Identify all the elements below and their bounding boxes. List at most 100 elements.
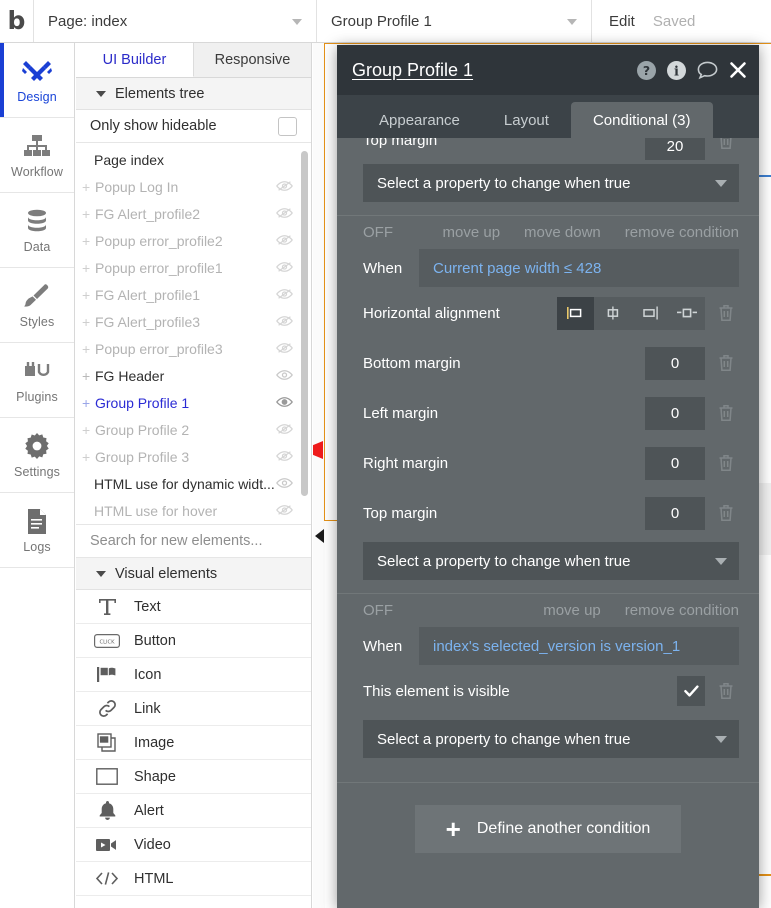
tree-item-html-hover[interactable]: HTML use for hover bbox=[76, 497, 311, 524]
tree-item-page-index[interactable]: Page index bbox=[76, 146, 311, 173]
select-property-dropdown-0[interactable]: Select a property to change when true bbox=[363, 164, 739, 202]
left-margin-input[interactable]: 0 bbox=[645, 396, 705, 430]
condition-1-remove[interactable]: remove condition bbox=[625, 224, 739, 241]
select-property-dropdown-2[interactable]: Select a property to change when true bbox=[363, 720, 739, 758]
tree-item-fg-alert-profile2[interactable]: + FG Alert_profile2 bbox=[76, 200, 311, 227]
tree-item-fg-header[interactable]: + FG Header bbox=[76, 362, 311, 389]
eye-hidden-icon[interactable] bbox=[276, 449, 293, 463]
condition-2-remove[interactable]: remove condition bbox=[625, 602, 739, 619]
eye-hidden-icon[interactable] bbox=[276, 422, 293, 436]
visual-element-alert[interactable]: Alert bbox=[76, 794, 311, 828]
canvas-collapse-handle[interactable] bbox=[315, 529, 324, 543]
top-margin-input[interactable]: 20 bbox=[645, 138, 705, 160]
trash-icon[interactable] bbox=[713, 404, 739, 422]
modal-title[interactable]: Group Profile 1 bbox=[352, 60, 637, 81]
sidebar-item-settings[interactable]: Settings bbox=[0, 418, 74, 493]
sidebar-item-workflow[interactable]: Workflow bbox=[0, 118, 74, 193]
help-icon[interactable]: ? bbox=[637, 60, 656, 80]
visual-element-html[interactable]: HTML bbox=[76, 862, 311, 896]
close-icon[interactable] bbox=[729, 61, 747, 79]
trash-icon[interactable] bbox=[713, 304, 739, 322]
expand-icon[interactable]: + bbox=[82, 179, 94, 195]
trash-icon[interactable] bbox=[713, 354, 739, 372]
align-center-icon[interactable] bbox=[594, 297, 631, 330]
tree-item-popup-error-profile1[interactable]: + Popup error_profile1 bbox=[76, 254, 311, 281]
visual-element-video[interactable]: Video bbox=[76, 828, 311, 862]
trash-icon[interactable] bbox=[713, 504, 739, 522]
visual-elements-header[interactable]: Visual elements bbox=[76, 558, 311, 590]
eye-hidden-icon[interactable] bbox=[276, 179, 293, 193]
expand-icon[interactable]: + bbox=[82, 449, 94, 465]
condition-2-off-toggle[interactable]: OFF bbox=[363, 602, 519, 619]
tree-item-fg-alert-profile1[interactable]: + FG Alert_profile1 bbox=[76, 281, 311, 308]
expand-icon[interactable]: + bbox=[82, 233, 94, 249]
tree-item-group-profile-1[interactable]: + Group Profile 1 bbox=[76, 389, 311, 416]
tab-appearance[interactable]: Appearance bbox=[357, 102, 482, 138]
eye-visible-icon[interactable] bbox=[276, 476, 293, 490]
expand-icon[interactable]: + bbox=[82, 287, 94, 303]
eye-hidden-icon[interactable] bbox=[276, 233, 293, 247]
visual-element-text[interactable]: Text bbox=[76, 590, 311, 624]
elements-tree-header[interactable]: Elements tree bbox=[76, 78, 311, 110]
info-icon[interactable]: i bbox=[667, 60, 686, 80]
tree-item-html-dynamic-width[interactable]: HTML use for dynamic widt... bbox=[76, 470, 311, 497]
edit-button[interactable]: Edit bbox=[609, 13, 635, 30]
tree-item-fg-alert-profile3[interactable]: + FG Alert_profile3 bbox=[76, 308, 311, 335]
condition-1-move-down[interactable]: move down bbox=[524, 224, 601, 241]
condition-1-off-toggle[interactable]: OFF bbox=[363, 224, 419, 241]
select-property-dropdown-1[interactable]: Select a property to change when true bbox=[363, 542, 739, 580]
eye-hidden-icon[interactable] bbox=[276, 206, 293, 220]
eye-hidden-icon[interactable] bbox=[276, 341, 293, 355]
bottom-margin-input[interactable]: 0 bbox=[645, 346, 705, 380]
visual-element-button[interactable]: CLICK Button bbox=[76, 624, 311, 658]
define-another-condition-button[interactable]: + Define another condition bbox=[415, 805, 681, 853]
trash-icon[interactable] bbox=[713, 138, 739, 150]
align-justify-icon[interactable] bbox=[668, 297, 705, 330]
eye-hidden-icon[interactable] bbox=[276, 314, 293, 328]
page-selector[interactable]: Page: index bbox=[34, 0, 317, 42]
tab-conditional[interactable]: Conditional (3) bbox=[570, 102, 713, 138]
comment-icon[interactable] bbox=[697, 61, 718, 80]
sidebar-item-data[interactable]: Data bbox=[0, 193, 74, 268]
align-right-icon[interactable] bbox=[631, 297, 668, 330]
sidebar-item-plugins[interactable]: Plugins bbox=[0, 343, 74, 418]
expand-icon[interactable]: + bbox=[82, 314, 94, 330]
tree-item-group-profile-2[interactable]: + Group Profile 2 bbox=[76, 416, 311, 443]
align-left-icon[interactable] bbox=[557, 296, 594, 330]
visual-element-shape[interactable]: Shape bbox=[76, 760, 311, 794]
app-logo[interactable]: b bbox=[0, 0, 34, 42]
tab-layout[interactable]: Layout bbox=[482, 102, 571, 138]
tree-item-group-profile-3[interactable]: + Group Profile 3 bbox=[76, 443, 311, 470]
expand-icon[interactable]: + bbox=[82, 341, 94, 357]
eye-hidden-icon[interactable] bbox=[276, 503, 293, 517]
tree-item-popup-error-profile2[interactable]: + Popup error_profile2 bbox=[76, 227, 311, 254]
trash-icon[interactable] bbox=[713, 682, 739, 700]
tree-item-popup-log-in[interactable]: + Popup Log In bbox=[76, 173, 311, 200]
eye-hidden-icon[interactable] bbox=[276, 260, 293, 274]
top-margin-input-2[interactable]: 0 bbox=[645, 496, 705, 530]
expand-icon[interactable]: + bbox=[82, 368, 94, 384]
expand-icon[interactable]: + bbox=[82, 260, 94, 276]
eye-visible-icon[interactable] bbox=[276, 368, 293, 382]
sidebar-item-design[interactable]: Design bbox=[0, 43, 74, 118]
right-margin-input[interactable]: 0 bbox=[645, 446, 705, 480]
element-selector[interactable]: Group Profile 1 bbox=[317, 0, 592, 42]
condition-1-expression[interactable]: Current page width ≤ 428 bbox=[419, 249, 739, 287]
condition-1-move-up[interactable]: move up bbox=[443, 224, 501, 241]
trash-icon[interactable] bbox=[713, 454, 739, 472]
element-visible-checkbox[interactable] bbox=[677, 676, 705, 706]
tab-responsive[interactable]: Responsive bbox=[194, 43, 311, 77]
search-new-elements-input[interactable]: Search for new elements... bbox=[76, 524, 311, 558]
tree-item-popup-error-profile3[interactable]: + Popup error_profile3 bbox=[76, 335, 311, 362]
condition-2-expression[interactable]: index's selected_version is version_1 bbox=[419, 627, 739, 665]
expand-icon[interactable]: + bbox=[82, 206, 94, 222]
expand-icon[interactable]: + bbox=[82, 395, 94, 411]
condition-2-move-up[interactable]: move up bbox=[543, 602, 601, 619]
sidebar-item-logs[interactable]: Logs bbox=[0, 493, 74, 568]
sidebar-item-styles[interactable]: Styles bbox=[0, 268, 74, 343]
eye-hidden-icon[interactable] bbox=[276, 287, 293, 301]
visual-element-icon[interactable]: Icon bbox=[76, 658, 311, 692]
visual-element-image[interactable]: Image bbox=[76, 726, 311, 760]
expand-icon[interactable]: + bbox=[82, 422, 94, 438]
only-show-hideable-checkbox[interactable] bbox=[278, 116, 297, 136]
